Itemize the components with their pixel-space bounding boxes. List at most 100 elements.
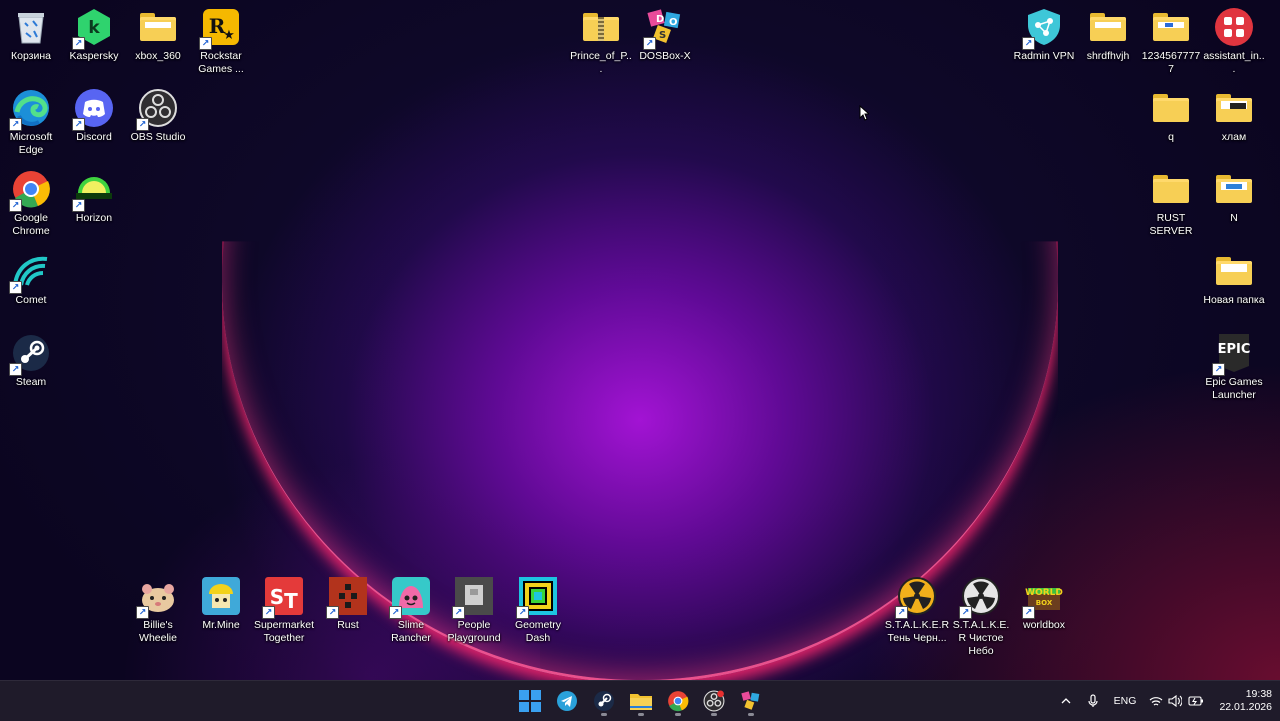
icon-label: Epic Games Launcher	[1205, 376, 1263, 401]
desktop-icon-shrdfhvjh[interactable]: shrdfhvjh	[1076, 0, 1140, 63]
people-playground-icon: ↗	[452, 575, 495, 619]
desktop-icon-kaspersky[interactable]: k ↗ Kaspersky	[62, 0, 126, 63]
svg-text:★: ★	[223, 28, 235, 43]
epic-games-icon: EPIC ↗	[1212, 332, 1255, 376]
desktop-icon-rockstar[interactable]: R ★ ↗ Rockstar Games ...	[189, 0, 253, 76]
language-indicator[interactable]: ENG	[1110, 681, 1140, 721]
desktop-icon-discord[interactable]: ↗ Discord	[62, 81, 126, 144]
desktop-icon-recycle-bin[interactable]: Корзина	[0, 0, 63, 63]
desktop-icon-dosbox[interactable]: DOS ↗ DOSBox-X	[633, 0, 697, 63]
obs-icon: ↗	[136, 87, 179, 131]
desktop-icon-radmin-vpn[interactable]: ↗ Radmin VPN	[1012, 0, 1076, 63]
shortcut-arrow-icon: ↗	[643, 37, 656, 50]
folder-icon	[1213, 87, 1255, 129]
icon-label: xbox_360	[135, 50, 181, 62]
desktop-icon-prince[interactable]: Prince_of_P...	[569, 0, 633, 76]
desktop-icon-xbox-360[interactable]: xbox_360	[126, 0, 190, 63]
shortcut-arrow-icon: ↗	[72, 118, 85, 131]
desktop-icon-hlam[interactable]: хлам	[1202, 81, 1266, 144]
taskbar-dosbox[interactable]	[735, 685, 767, 717]
desktop-icon-slime-rancher[interactable]: ↗ Slime Rancher	[379, 569, 443, 645]
icon-label: Horizon	[75, 212, 113, 224]
icon-label: worldbox	[1022, 619, 1066, 631]
desktop-icon-stalker-shadow[interactable]: ↗ S.T.A.L.K.E.R Тень Черн...	[884, 569, 950, 645]
chrome-icon	[668, 691, 689, 712]
desktop-icon-epic[interactable]: EPIC ↗ Epic Games Launcher	[1202, 326, 1266, 402]
taskbar-telegram[interactable]	[551, 685, 583, 717]
microphone-icon[interactable]	[1083, 681, 1103, 721]
desktop-icon-mrmine[interactable]: Mr.Mine	[189, 569, 253, 632]
desktop-icon-rust-server[interactable]: RUST SERVER	[1139, 162, 1203, 238]
icon-label: S.T.A.L.K.E.R Чистое Небо	[952, 619, 1010, 657]
desktop-icon-q[interactable]: q	[1139, 81, 1203, 144]
desktop-icon-supermarket[interactable]: ST ↗ Supermarket Together	[252, 569, 316, 645]
icon-label: Discord	[76, 131, 112, 143]
icon-label: Steam	[15, 376, 47, 388]
icon-label: RUST SERVER	[1149, 212, 1193, 237]
desktop-icon-people-playground[interactable]: ↗ People Playground	[442, 569, 506, 645]
desktop-icon-new-folder[interactable]: Новая папка	[1202, 244, 1266, 307]
show-hidden-icons-chevron-up-icon[interactable]	[1056, 681, 1076, 721]
taskbar-file-explorer[interactable]	[625, 685, 657, 717]
recycle-bin-icon	[10, 6, 52, 48]
wifi-icon[interactable]	[1147, 681, 1165, 721]
clock[interactable]: 19:38 22.01.2026	[1208, 681, 1272, 721]
zip-folder-icon	[580, 6, 622, 48]
radiation-icon: ↗	[959, 575, 1002, 619]
desktop-icon-edge[interactable]: ↗ Microsoft Edge	[0, 81, 63, 157]
desktop-icon-obs[interactable]: ↗ OBS Studio	[126, 81, 190, 144]
taskbar-steam[interactable]	[588, 685, 620, 717]
folder-icon	[1087, 6, 1129, 48]
obs-icon	[703, 690, 725, 712]
desktop-icon-steam[interactable]: ↗ Steam	[0, 326, 63, 389]
icon-label: Supermarket Together	[253, 619, 315, 644]
taskbar-chrome[interactable]	[662, 685, 694, 717]
icon-label: Comet	[15, 294, 47, 306]
chrome-icon: ↗	[9, 168, 52, 212]
desktop-icon-chrome[interactable]: ↗ Google Chrome	[0, 162, 63, 238]
desktop-icon-comet[interactable]: ↗ Comet	[0, 244, 63, 307]
shortcut-arrow-icon: ↗	[326, 606, 339, 619]
worldbox-icon: WORLD BOX ↗	[1022, 575, 1065, 619]
shortcut-arrow-icon: ↗	[72, 37, 85, 50]
shortcut-arrow-icon: ↗	[959, 606, 972, 619]
desktop-icon-billie[interactable]: ↗ Billie's Wheelie	[126, 569, 190, 645]
desktop-icon-folder-12345677777[interactable]: 12345677777	[1139, 0, 1203, 76]
desktop-icon-horizon[interactable]: ↗ Horizon	[62, 162, 126, 225]
shortcut-arrow-icon: ↗	[895, 606, 908, 619]
geometry-dash-icon: ↗	[516, 575, 559, 619]
taskbar-obs[interactable]	[698, 685, 730, 717]
icon-label: shrdfhvjh	[1086, 50, 1130, 62]
shortcut-arrow-icon: ↗	[136, 118, 149, 131]
battery-charging-icon[interactable]	[1186, 681, 1206, 721]
running-indicator	[601, 713, 607, 716]
mrmine-icon	[200, 575, 242, 617]
desktop-icon-worldbox[interactable]: WORLD BOX ↗ worldbox	[1012, 569, 1076, 632]
discord-icon: ↗	[72, 87, 115, 131]
assistant-icon	[1213, 6, 1255, 48]
folder-icon	[1150, 87, 1192, 129]
start-button[interactable]	[514, 685, 546, 717]
desktop-icon-rust[interactable]: ↗ Rust	[316, 569, 380, 632]
steam-icon	[594, 691, 614, 711]
icon-label: Mr.Mine	[202, 619, 240, 631]
mouse-cursor-icon	[859, 104, 871, 126]
folder-icon	[1213, 168, 1255, 210]
desktop-icon-assistant[interactable]: assistant_in...	[1202, 0, 1266, 76]
dosbox-icon: DOS ↗	[643, 6, 686, 50]
icon-label: assistant_in...	[1203, 50, 1265, 75]
svg-text:O: O	[669, 17, 678, 28]
shortcut-arrow-icon: ↗	[72, 199, 85, 212]
volume-icon[interactable]	[1166, 681, 1184, 721]
icon-label: 12345677777	[1141, 50, 1201, 75]
shortcut-arrow-icon: ↗	[516, 606, 529, 619]
desktop-icon-n[interactable]: N	[1202, 162, 1266, 225]
svg-text:D: D	[656, 14, 664, 25]
icon-label: Rust	[337, 619, 359, 631]
hamster-icon: ↗	[136, 575, 179, 619]
svg-text:BOX: BOX	[1036, 599, 1053, 607]
shortcut-arrow-icon: ↗	[136, 606, 149, 619]
shortcut-arrow-icon: ↗	[9, 199, 22, 212]
desktop-icon-stalker-clear-sky[interactable]: ↗ S.T.A.L.K.E.R Чистое Небо	[949, 569, 1013, 658]
desktop-icon-geometry-dash[interactable]: ↗ Geometry Dash	[506, 569, 570, 645]
